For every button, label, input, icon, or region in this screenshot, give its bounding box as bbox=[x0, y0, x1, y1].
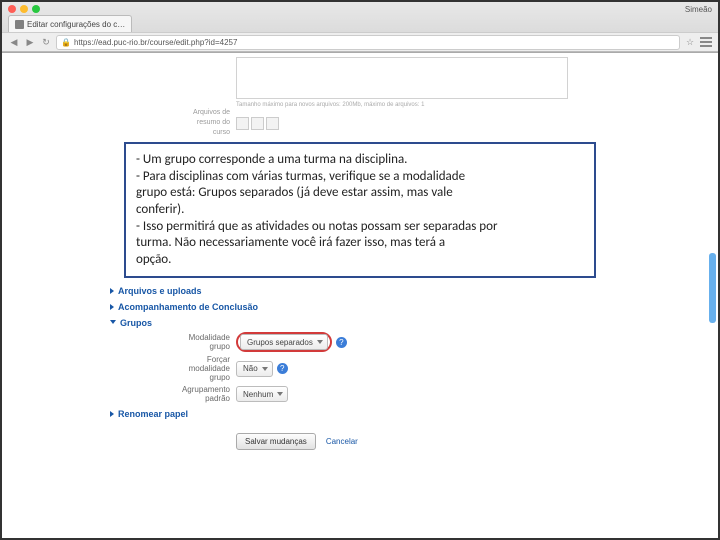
cancel-link[interactable]: Cancelar bbox=[326, 437, 358, 446]
force-mode-label: Forçar modalidade grupo bbox=[110, 355, 236, 382]
note-line: opção. bbox=[136, 252, 584, 269]
help-icon[interactable]: ? bbox=[277, 363, 288, 374]
reload-button[interactable]: ↻ bbox=[40, 36, 52, 48]
section-completion-tracking[interactable]: Acompanhamento de Conclusão bbox=[110, 302, 610, 312]
form-actions: Salvar mudanças Cancelar bbox=[236, 433, 610, 450]
resume-files-label: Arquivos de resumo do curso bbox=[110, 108, 236, 138]
window-minimize-icon[interactable] bbox=[20, 5, 28, 13]
address-bar: ◀ ▶ ↻ 🔒 https://ead.puc-rio.br/course/ed… bbox=[2, 32, 718, 52]
highlight-ring: Grupos separados bbox=[236, 332, 332, 352]
chevron-down-icon bbox=[110, 320, 116, 327]
profile-name: Simeão bbox=[685, 5, 712, 14]
url-text: https://ead.puc-rio.br/course/edit.php?i… bbox=[74, 38, 237, 47]
browser-chrome: Simeão Editar configurações do c… ◀ ▶ ↻ … bbox=[2, 2, 718, 53]
menu-icon[interactable] bbox=[700, 37, 712, 47]
tab-title: Editar configurações do c… bbox=[27, 20, 125, 29]
scrollbar-thumb[interactable] bbox=[709, 253, 716, 323]
upper-form-area: Tamanho máximo para novos arquivos: 200M… bbox=[110, 57, 610, 138]
section-title: Grupos bbox=[120, 318, 152, 328]
window-zoom-icon[interactable] bbox=[32, 5, 40, 13]
chevron-right-icon bbox=[110, 288, 114, 294]
note-line: conferir). bbox=[136, 202, 584, 219]
help-icon[interactable]: ? bbox=[336, 337, 347, 348]
page-body: Tamanho máximo para novos arquivos: 200M… bbox=[2, 53, 718, 539]
note-line: - Para disciplinas com várias turmas, ve… bbox=[136, 169, 584, 186]
group-mode-label: Modalidade grupo bbox=[110, 333, 236, 351]
forward-button[interactable]: ▶ bbox=[24, 36, 36, 48]
note-line: turma. Não necessariamente você irá faze… bbox=[136, 235, 584, 252]
back-button[interactable]: ◀ bbox=[8, 36, 20, 48]
section-title: Arquivos e uploads bbox=[118, 286, 202, 296]
window-titlebar: Simeão bbox=[2, 2, 718, 16]
section-title: Renomear papel bbox=[118, 409, 188, 419]
filepicker-list-icon[interactable] bbox=[266, 117, 279, 130]
filepicker-folder-icon[interactable] bbox=[251, 117, 264, 130]
section-rename-role[interactable]: Renomear papel bbox=[110, 409, 610, 419]
field-force-group-mode: Forçar modalidade grupo Não ? bbox=[110, 355, 610, 382]
chevron-right-icon bbox=[110, 304, 114, 310]
default-grouping-select[interactable]: Nenhum bbox=[236, 386, 288, 402]
window-close-icon[interactable] bbox=[8, 5, 16, 13]
summary-textarea[interactable] bbox=[236, 57, 568, 99]
lock-icon: 🔒 bbox=[61, 38, 71, 47]
url-field[interactable]: 🔒 https://ead.puc-rio.br/course/edit.php… bbox=[56, 35, 680, 50]
section-title: Acompanhamento de Conclusão bbox=[118, 302, 258, 312]
tab-bar: Editar configurações do c… bbox=[2, 16, 718, 32]
note-line: - Isso permitirá que as atividades ou no… bbox=[136, 219, 584, 236]
browser-tab[interactable]: Editar configurações do c… bbox=[8, 15, 132, 32]
force-mode-value: Não bbox=[243, 364, 258, 373]
bookmark-button[interactable]: ☆ bbox=[684, 36, 696, 48]
chevron-right-icon bbox=[110, 411, 114, 417]
filepicker-add-icon[interactable] bbox=[236, 117, 249, 130]
default-grouping-label: Agrupamento padrão bbox=[110, 385, 236, 403]
group-mode-select[interactable]: Grupos separados bbox=[240, 334, 328, 350]
filepicker-toolbar bbox=[236, 117, 279, 130]
group-mode-value: Grupos separados bbox=[247, 338, 313, 347]
note-line: - Um grupo corresponde a uma turma na di… bbox=[136, 152, 584, 169]
default-grouping-value: Nenhum bbox=[243, 390, 273, 399]
field-group-mode: Modalidade grupo Grupos separados ? bbox=[110, 332, 610, 352]
note-line: grupo está: Grupos separados (já deve es… bbox=[136, 185, 584, 202]
section-groups[interactable]: Grupos bbox=[110, 318, 610, 328]
section-files-uploads[interactable]: Arquivos e uploads bbox=[110, 286, 610, 296]
force-mode-select[interactable]: Não bbox=[236, 361, 273, 377]
instruction-callout: - Um grupo corresponde a uma turma na di… bbox=[124, 142, 596, 278]
field-default-grouping: Agrupamento padrão Nenhum bbox=[110, 385, 610, 403]
settings-sections: Arquivos e uploads Acompanhamento de Con… bbox=[110, 286, 610, 450]
save-button[interactable]: Salvar mudanças bbox=[236, 433, 316, 450]
favicon-icon bbox=[15, 20, 24, 29]
